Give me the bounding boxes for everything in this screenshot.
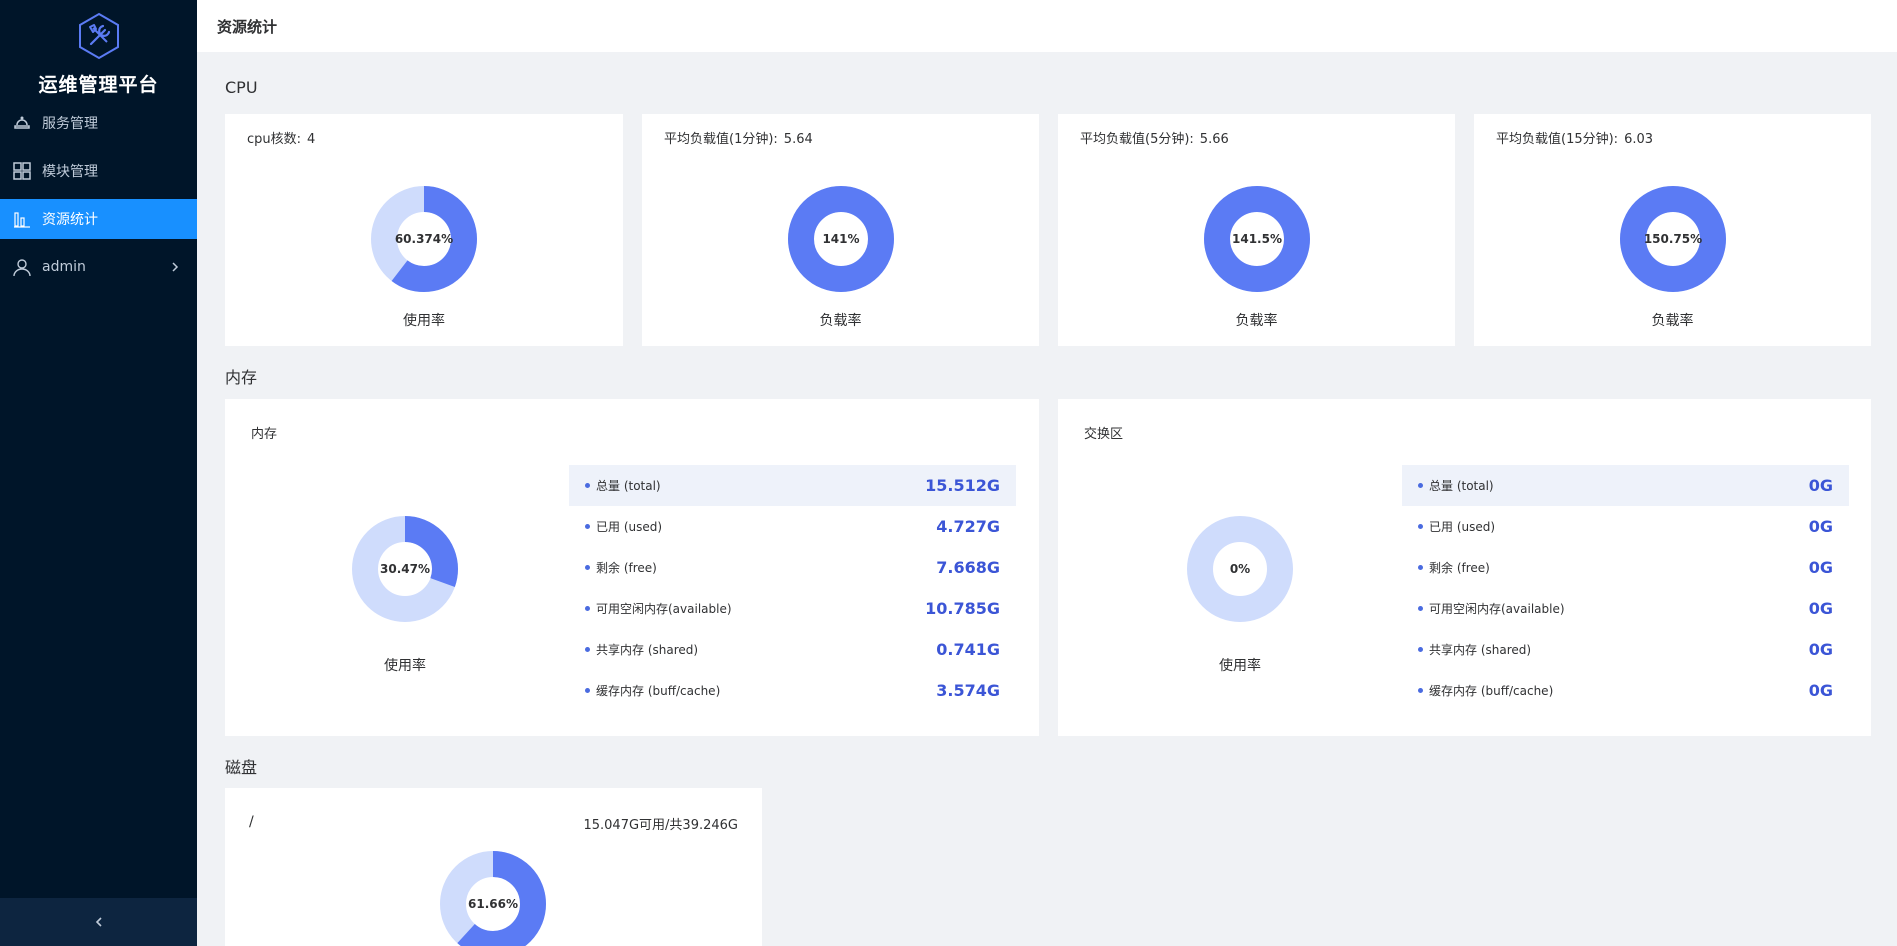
stat-row: 可用空闲内存(available) 10.785G	[569, 588, 1016, 629]
chevron-left-icon	[95, 917, 102, 927]
load-5min-donut: 141.5%	[1204, 186, 1310, 292]
stat-row: 总量 (total) 0G	[1402, 465, 1849, 506]
page-header: 资源统计	[197, 0, 1897, 52]
sidebar-item-resource[interactable]: 资源统计	[0, 199, 197, 239]
card-label: 平均负载值(1分钟): 5.64	[664, 132, 813, 147]
sidebar: 运维管理平台 服务管理 模块管理 资源统计 admin	[0, 0, 197, 946]
swap-stat-list: 总量 (total) 0G 已用 (used) 0G 剩余 (free) 0G 可用空…	[1402, 465, 1849, 711]
sidebar-item-label: 服务管理	[42, 116, 98, 132]
stat-row: 总量 (total) 15.512G	[569, 465, 1016, 506]
sidebar-item-label: 资源统计	[42, 212, 98, 228]
stat-row: 可用空闲内存(available) 0G	[1402, 588, 1849, 629]
donut-caption: 负载率	[1235, 313, 1278, 329]
main-content: CPU cpu核数: 4 60.374% 使用率 平均负载值(1分钟): 5.64 …	[197, 52, 1897, 946]
stat-row: 剩余 (free) 7.668G	[569, 547, 1016, 588]
sidebar-item-module[interactable]: 模块管理	[0, 151, 197, 191]
donut-caption: 使用率	[1219, 658, 1261, 674]
service-icon	[12, 113, 32, 133]
chevron-right-icon	[172, 262, 179, 272]
stat-row: 共享内存 (shared) 0G	[1402, 629, 1849, 670]
card-label: 内存	[251, 427, 278, 442]
sidebar-item-label: 模块管理	[42, 164, 98, 180]
memory-usage-donut: 30.47%	[352, 516, 458, 622]
cpu-card: cpu核数: 4 60.374% 使用率	[225, 114, 623, 346]
disk-usage-donut: 61.66%	[440, 851, 546, 946]
sidebar-item-admin[interactable]: admin	[0, 247, 197, 287]
donut-percent: 141.5%	[1232, 232, 1282, 246]
section-title-disk: 磁盘	[225, 758, 258, 777]
disk-path: /	[249, 814, 254, 830]
logo: 运维管理平台	[0, 0, 197, 116]
stat-row: 剩余 (free) 0G	[1402, 547, 1849, 588]
donut-caption: 负载率	[819, 313, 862, 329]
cpu-card: 平均负载值(5分钟): 5.66 141.5% 负载率	[1058, 114, 1455, 346]
memory-card: 内存 30.47% 使用率 总量 (total) 15.512G 已用 (used…	[225, 399, 1039, 736]
load-1min-donut: 141%	[788, 186, 894, 292]
app-title: 运维管理平台	[38, 74, 159, 96]
swap-card: 交换区 0% 使用率 总量 (total) 0G 已用 (used) 0G 剩余 (…	[1058, 399, 1871, 736]
disk-capacity: 15.047G可用/共39.246G	[583, 818, 738, 833]
stat-row: 缓存内存 (buff/cache) 0G	[1402, 670, 1849, 711]
donut-percent: 141%	[822, 232, 859, 246]
donut-percent: 150.75%	[1644, 232, 1702, 246]
swap-usage-donut: 0%	[1187, 516, 1293, 622]
stat-row: 共享内存 (shared) 0.741G	[569, 629, 1016, 670]
donut-caption: 负载率	[1651, 313, 1694, 329]
cpu-usage-donut: 60.374%	[371, 186, 477, 292]
disk-card: / 15.047G可用/共39.246G 61.66%	[225, 788, 762, 946]
sidebar-item-label: admin	[42, 259, 86, 275]
user-icon	[12, 257, 32, 277]
card-label: 交换区	[1084, 427, 1124, 442]
sidebar-item-service[interactable]: 服务管理	[0, 103, 197, 143]
page-title: 资源统计	[217, 17, 278, 36]
grid-icon	[12, 161, 32, 181]
donut-percent: 30.47%	[380, 562, 430, 576]
memory-stat-list: 总量 (total) 15.512G 已用 (used) 4.727G 剩余 (fr…	[569, 465, 1016, 711]
card-label: 平均负载值(5分钟): 5.66	[1080, 132, 1229, 147]
load-15min-donut: 150.75%	[1620, 186, 1726, 292]
cpu-card: 平均负载值(1分钟): 5.64 141% 负载率	[642, 114, 1039, 346]
sidebar-collapse-button[interactable]	[0, 898, 197, 946]
donut-percent: 0%	[1230, 562, 1250, 576]
tools-logo-icon	[78, 12, 119, 60]
bar-chart-icon	[12, 209, 32, 229]
donut-percent: 60.374%	[395, 232, 453, 246]
section-title-cpu: CPU	[225, 78, 258, 97]
section-title-memory: 内存	[225, 368, 258, 387]
donut-caption: 使用率	[403, 313, 445, 329]
stat-row: 缓存内存 (buff/cache) 3.574G	[569, 670, 1016, 711]
card-label: cpu核数: 4	[247, 132, 316, 147]
stat-row: 已用 (used) 0G	[1402, 506, 1849, 547]
donut-percent: 61.66%	[468, 897, 518, 911]
card-label: 平均负载值(15分钟): 6.03	[1496, 132, 1654, 147]
stat-row: 已用 (used) 4.727G	[569, 506, 1016, 547]
cpu-card: 平均负载值(15分钟): 6.03 150.75% 负载率	[1474, 114, 1871, 346]
donut-caption: 使用率	[384, 658, 426, 674]
